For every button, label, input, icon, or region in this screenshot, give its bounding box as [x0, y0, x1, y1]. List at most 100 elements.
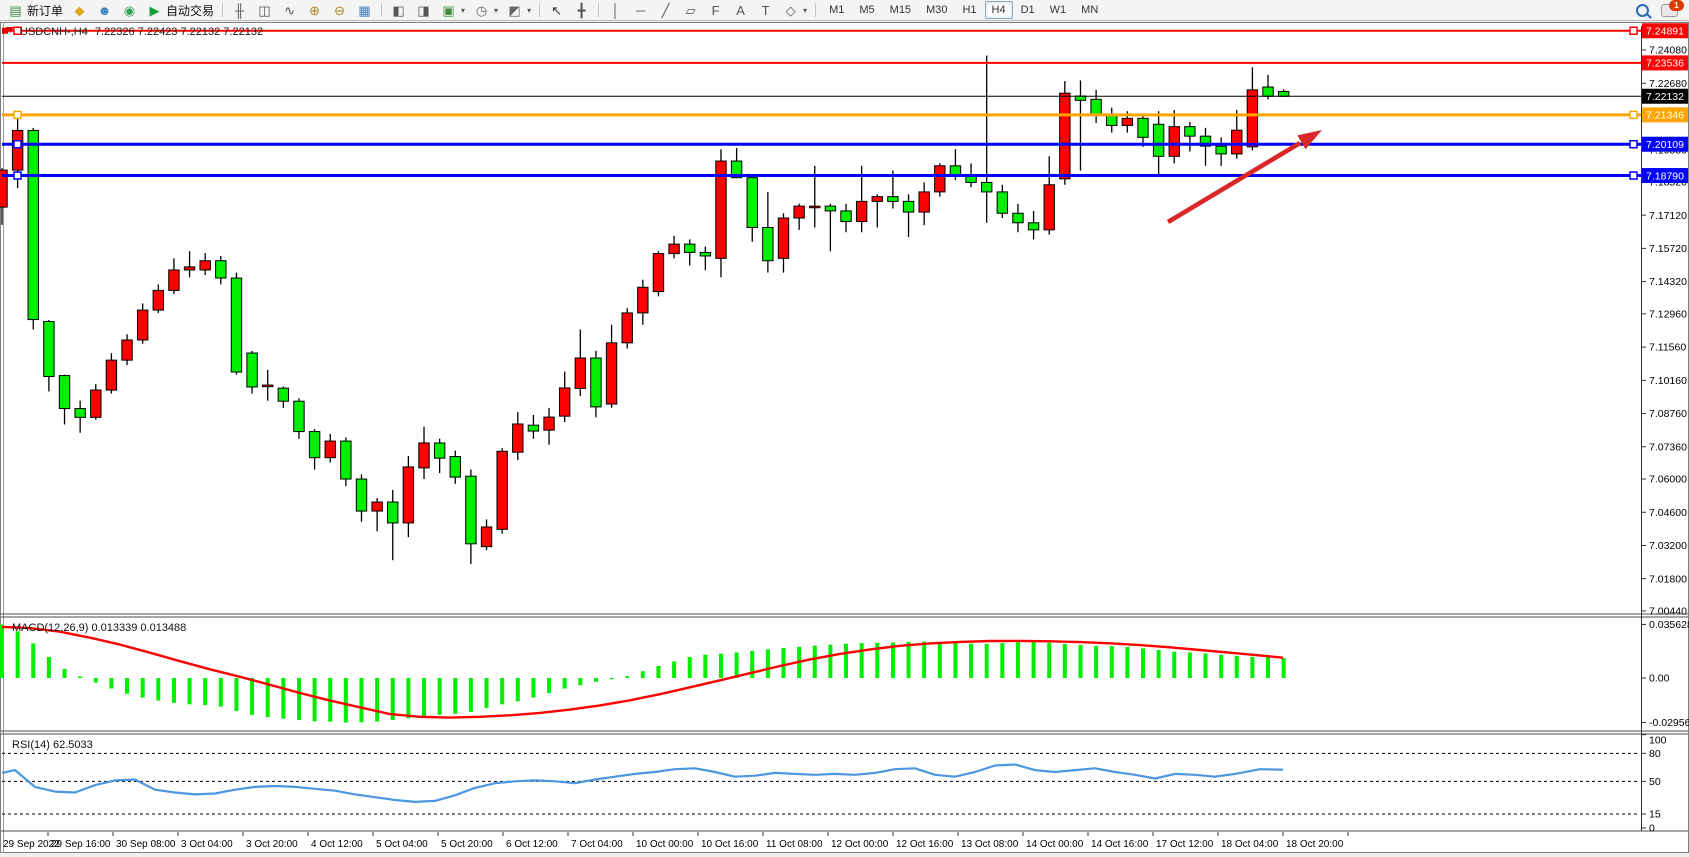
zoom-in-icon[interactable]: ⊕	[302, 1, 327, 19]
candle	[653, 254, 663, 292]
objects-window-icon: ◨	[415, 2, 432, 18]
candle	[856, 201, 866, 221]
timeframe-switcher: M1M5M15M30H1H4D1W1MN	[822, 1, 1105, 19]
macd-histogram-bar	[78, 676, 82, 678]
price-axis-label: 7.17120	[1649, 210, 1687, 222]
tile-windows-icon[interactable]: ▦	[352, 1, 377, 19]
objects-window-icon[interactable]: ◨	[411, 1, 436, 19]
hline-anchor[interactable]	[2, 28, 8, 34]
price-axis-label: 7.11560	[1649, 342, 1686, 354]
date-label: 4 Oct 12:00	[311, 839, 363, 850]
candle	[1232, 130, 1242, 154]
vertical-line-icon: │	[607, 2, 624, 18]
toolbar-separator	[539, 3, 540, 17]
macd-histogram-bar	[656, 666, 660, 678]
timeframe-mn[interactable]: MN	[1074, 1, 1105, 19]
macd-histogram-bar	[313, 678, 317, 721]
shapes-icon[interactable]: ◇▾	[778, 1, 811, 19]
notifications-icon[interactable]: 1	[1661, 4, 1678, 17]
macd-histogram-bar	[47, 657, 51, 678]
channel-icon[interactable]: ▱	[678, 1, 703, 19]
text-label-icon[interactable]: T	[753, 1, 778, 19]
chart-window[interactable]: 7.240807.226807.212807.198807.185207.171…	[0, 0, 1689, 857]
bar-chart-icon[interactable]: ╫	[227, 1, 252, 19]
candle	[559, 388, 569, 416]
text-icon[interactable]: A	[728, 1, 753, 19]
timeframe-h1[interactable]: H1	[955, 1, 983, 19]
candle	[1169, 127, 1179, 157]
period-icon: ◷	[473, 2, 490, 18]
macd-histogram-bar	[1188, 652, 1192, 678]
indicator-window-icon[interactable]: ◧	[386, 1, 411, 19]
macd-histogram-bar	[672, 661, 676, 678]
fibonacci-icon: F	[707, 2, 724, 18]
date-label: 17 Oct 12:00	[1156, 839, 1214, 850]
date-label: 14 Oct 16:00	[1091, 839, 1149, 850]
macd-histogram-bar	[188, 678, 192, 704]
candle	[700, 252, 710, 256]
hline-anchor[interactable]	[1630, 141, 1637, 148]
timeframe-m30[interactable]: M30	[919, 1, 954, 19]
add-indicator-icon: ▣	[440, 2, 457, 18]
hline-anchor[interactable]	[1630, 111, 1637, 118]
market-watch-icon[interactable]: ◆	[67, 1, 92, 19]
trendline-icon[interactable]: ╱	[653, 1, 678, 19]
toolbar-separator	[598, 3, 599, 17]
candle	[1278, 92, 1288, 97]
add-indicator-icon[interactable]: ▣▾	[436, 1, 469, 19]
hline-anchor[interactable]	[14, 141, 21, 148]
period-icon[interactable]: ◷▾	[469, 1, 502, 19]
chart-title: USDCNH-,H47.22326 7.22423 7.22132 7.2213…	[20, 26, 263, 38]
hline-anchor[interactable]	[14, 111, 21, 118]
new-order-button[interactable]: ▤新订单	[3, 1, 67, 19]
candle	[638, 287, 648, 313]
macd-histogram-bar	[1157, 650, 1161, 678]
macd-label: MACD(12,26,9) 0.013339 0.013488	[12, 622, 186, 634]
macd-histogram-bar	[1032, 642, 1036, 678]
candlestick-chart-icon[interactable]: ◫	[252, 1, 277, 19]
macd-histogram-bar	[1110, 646, 1114, 678]
candle	[528, 425, 538, 431]
price-badge-label: 7.24891	[1646, 26, 1684, 38]
candle	[1185, 127, 1195, 136]
fibonacci-icon[interactable]: F	[703, 1, 728, 19]
timeframe-m1[interactable]: M1	[822, 1, 851, 19]
candle	[231, 278, 241, 372]
timeframe-m15[interactable]: M15	[883, 1, 918, 19]
hline-anchor[interactable]	[14, 172, 21, 179]
signals-icon[interactable]: ◉	[117, 1, 142, 19]
price-axis-label: 7.10160	[1649, 375, 1687, 387]
timeframe-d1[interactable]: D1	[1014, 1, 1042, 19]
bar-chart-icon: ╫	[231, 2, 248, 18]
cursor-icon[interactable]: ↖	[544, 1, 569, 19]
hline-anchor[interactable]	[1630, 27, 1637, 34]
candle	[356, 479, 366, 511]
template-icon[interactable]: ◩▾	[502, 1, 535, 19]
search-icon[interactable]	[1636, 4, 1649, 17]
rsi-axis-label: 15	[1649, 809, 1661, 821]
candle	[466, 476, 476, 544]
timeframe-m5[interactable]: M5	[852, 1, 881, 19]
hline-anchor[interactable]	[1630, 172, 1637, 179]
candle	[216, 261, 226, 278]
rsi-axis-label: 80	[1649, 748, 1661, 760]
candle	[1216, 146, 1226, 154]
macd-histogram-bar	[125, 678, 129, 694]
macd-histogram-bar	[500, 678, 504, 704]
line-chart-icon[interactable]: ∿	[277, 1, 302, 19]
community-icon[interactable]: ☻	[92, 1, 117, 19]
macd-histogram-bar	[782, 648, 786, 678]
macd-histogram-bar	[250, 678, 254, 715]
candle	[1060, 93, 1070, 179]
candle	[575, 358, 585, 388]
toolbar-separator	[815, 3, 816, 17]
macd-histogram-bar	[1094, 646, 1098, 678]
macd-histogram-bar	[547, 678, 551, 693]
timeframe-w1[interactable]: W1	[1043, 1, 1074, 19]
autotrading-button[interactable]: ▶自动交易	[142, 1, 218, 19]
horizontal-line-icon[interactable]: ─	[628, 1, 653, 19]
vertical-line-icon[interactable]: │	[603, 1, 628, 19]
zoom-out-icon[interactable]: ⊖	[327, 1, 352, 19]
timeframe-h4[interactable]: H4	[985, 1, 1013, 19]
crosshair-icon[interactable]: ╋	[569, 1, 594, 19]
